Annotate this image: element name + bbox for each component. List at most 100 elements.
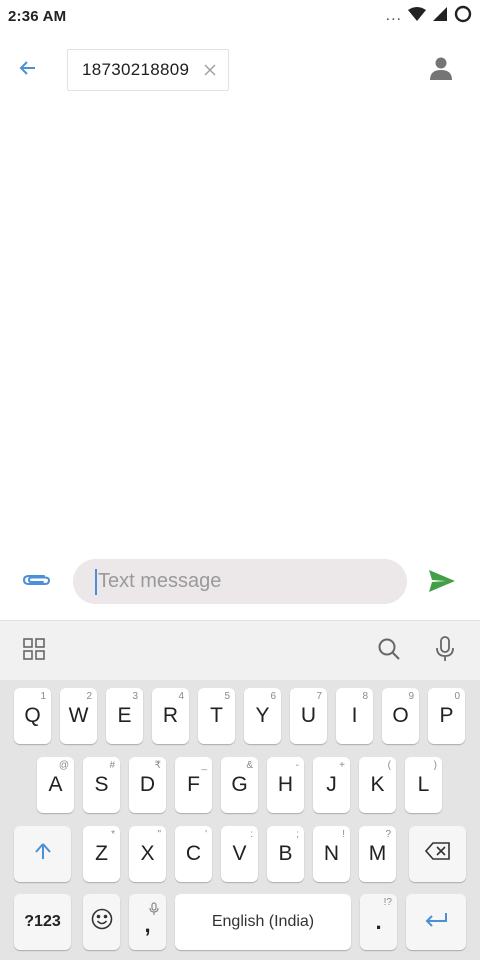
- paperclip-icon: [20, 570, 52, 595]
- person-icon: [430, 56, 452, 85]
- status-dots: ...: [385, 7, 402, 24]
- key-label: E: [117, 704, 132, 727]
- key-s[interactable]: S #: [83, 757, 120, 813]
- key-a[interactable]: A @: [37, 757, 74, 813]
- key-hint: 4: [178, 691, 184, 702]
- mic-hint-icon: [149, 898, 159, 922]
- key-hint: ": [157, 829, 161, 840]
- send-button[interactable]: [424, 565, 460, 601]
- key-label: G: [231, 773, 248, 796]
- key-label: L: [417, 773, 430, 796]
- keyboard-toolbar: [0, 620, 480, 680]
- key-v[interactable]: V:: [221, 826, 258, 882]
- key-label: I: [351, 704, 358, 727]
- microphone-icon: [435, 635, 455, 667]
- key-hint: 5: [224, 691, 230, 702]
- comma-key[interactable]: ,: [129, 894, 166, 950]
- status-time: 2:36 AM: [8, 7, 67, 25]
- shift-arrow-icon: [33, 841, 53, 867]
- key-z[interactable]: Z *: [83, 826, 120, 882]
- key-label: X: [140, 842, 155, 865]
- key-label: J: [326, 773, 337, 796]
- close-icon[interactable]: [202, 62, 218, 78]
- key-hint: 8: [362, 691, 368, 702]
- key-y[interactable]: Y6: [244, 688, 281, 744]
- key-label: S: [94, 773, 109, 796]
- key-e[interactable]: E3: [106, 688, 143, 744]
- key-g[interactable]: G &: [221, 757, 258, 813]
- key-n[interactable]: N!: [313, 826, 350, 882]
- key-hint: 6: [270, 691, 276, 702]
- voice-input-button[interactable]: [430, 635, 460, 667]
- key-hint: #: [109, 760, 115, 771]
- key-p[interactable]: P0: [428, 688, 465, 744]
- shift-key[interactable]: [14, 826, 71, 882]
- emoji-key[interactable]: [83, 894, 120, 950]
- key-hint: ;: [296, 829, 299, 840]
- key-label: V: [232, 842, 247, 865]
- enter-key[interactable]: [406, 894, 466, 950]
- key-label: B: [278, 842, 293, 865]
- key-o[interactable]: O9: [382, 688, 419, 744]
- key-w[interactable]: W2: [60, 688, 97, 744]
- backspace-key[interactable]: [409, 826, 466, 882]
- text-cursor: [95, 568, 97, 595]
- key-label: R: [162, 704, 179, 727]
- symbols-key[interactable]: ?123: [14, 894, 71, 950]
- key-hint: 2: [86, 691, 92, 702]
- key-d[interactable]: D ₹: [129, 757, 166, 813]
- key-label: K: [370, 773, 385, 796]
- key-label: C: [185, 842, 202, 865]
- message-input[interactable]: Text message: [73, 559, 407, 604]
- key-hint: _: [201, 760, 207, 771]
- period-key[interactable]: . !?: [360, 894, 397, 950]
- key-label: Z: [95, 842, 108, 865]
- status-bar: 2:36 AM ...: [0, 0, 480, 32]
- key-label: Q: [24, 704, 41, 727]
- key-hint: 7: [316, 691, 322, 702]
- key-label: H: [277, 773, 294, 796]
- key-u[interactable]: U7: [290, 688, 327, 744]
- key-k[interactable]: K(: [359, 757, 396, 813]
- key-x[interactable]: X ": [129, 826, 166, 882]
- signal-icon: [432, 6, 448, 27]
- key-label: U: [300, 704, 317, 727]
- key-hint: :: [250, 829, 253, 840]
- key-i[interactable]: I8: [336, 688, 373, 744]
- key-hint: !: [342, 829, 345, 840]
- send-icon: [428, 569, 456, 598]
- key-label: N: [323, 842, 340, 865]
- search-icon: [377, 637, 401, 666]
- emoji-smiley-icon: [91, 908, 113, 936]
- keyboard-search-button[interactable]: [374, 636, 404, 666]
- key-hint: ': [205, 829, 207, 840]
- add-contact-button[interactable]: [426, 55, 456, 85]
- key-hint: 9: [408, 691, 414, 702]
- attach-button[interactable]: [18, 564, 54, 600]
- key-hint: @: [58, 760, 69, 771]
- recipient-number: 18730218809: [82, 60, 190, 79]
- period-label: .: [375, 909, 382, 934]
- key-m[interactable]: M?: [359, 826, 396, 882]
- recipient-chip[interactable]: 18730218809: [67, 49, 229, 91]
- back-button[interactable]: [14, 56, 42, 84]
- period-hint: !?: [383, 897, 392, 908]
- apps-grid-button[interactable]: [20, 637, 48, 665]
- key-r[interactable]: R4: [152, 688, 189, 744]
- key-hint: &: [246, 760, 253, 771]
- key-hint: (: [387, 760, 391, 771]
- key-j[interactable]: J +: [313, 757, 350, 813]
- key-hint: *: [111, 829, 115, 840]
- key-label: A: [48, 773, 63, 796]
- key-t[interactable]: T5: [198, 688, 235, 744]
- space-key[interactable]: English (India): [175, 894, 351, 950]
- key-b[interactable]: B;: [267, 826, 304, 882]
- key-hint: 1: [40, 691, 46, 702]
- key-label: P: [439, 704, 454, 727]
- battery-ring-icon: [454, 5, 472, 28]
- key-q[interactable]: Q1: [14, 688, 51, 744]
- key-h[interactable]: H-: [267, 757, 304, 813]
- key-c[interactable]: C ': [175, 826, 212, 882]
- key-f[interactable]: F _: [175, 757, 212, 813]
- key-l[interactable]: L): [405, 757, 442, 813]
